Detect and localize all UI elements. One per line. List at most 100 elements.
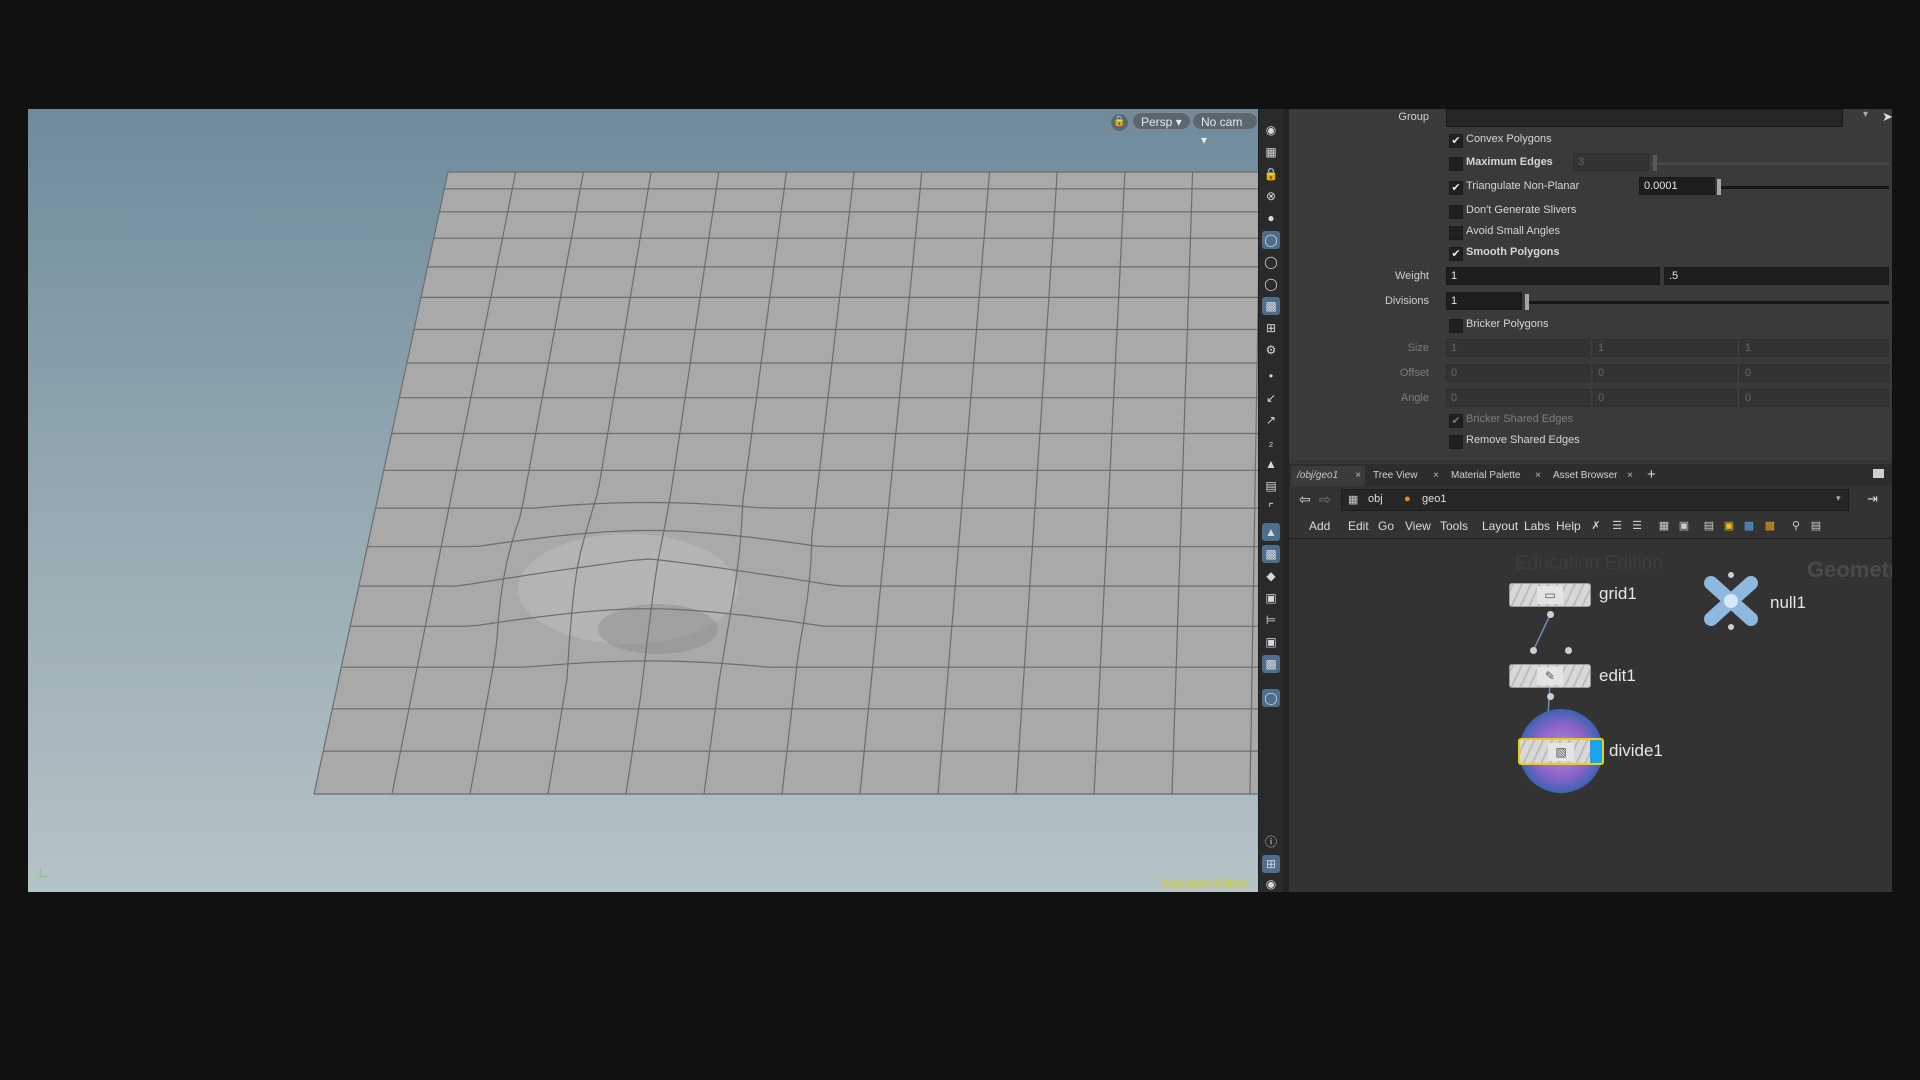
headlight-icon[interactable]: ◯ (1262, 275, 1280, 293)
size-field-x[interactable]: 1 (1446, 339, 1590, 357)
convex-checkbox[interactable]: ✔ (1449, 134, 1463, 148)
tab-asset-browser[interactable]: Asset Browser × (1547, 466, 1637, 486)
size-field-z[interactable]: 1 (1740, 339, 1889, 357)
remove-shared-checkbox[interactable] (1449, 435, 1463, 449)
bricker-shared-checkbox[interactable]: ✔ (1449, 414, 1463, 428)
back-arrow-icon[interactable]: ⇦ (1299, 491, 1311, 508)
angle-field-x[interactable]: 0 (1446, 389, 1590, 407)
flag-icon[interactable]: ▩ (1763, 519, 1777, 533)
node-divide1[interactable]: ▧ (1518, 738, 1604, 765)
network-editor[interactable]: Education Edition Geometry ▭ grid1 ✎ edi… (1289, 539, 1892, 892)
triangulate-slider[interactable] (1717, 186, 1889, 189)
offset-field-y[interactable]: 0 (1593, 364, 1737, 382)
add-tab-icon[interactable]: + (1647, 466, 1656, 483)
max-edges-slider[interactable] (1651, 162, 1889, 165)
grid1-output[interactable] (1547, 611, 1554, 618)
footprint-icon[interactable]: ▤ (1262, 477, 1280, 495)
max-edges-field[interactable]: 3 (1573, 153, 1649, 171)
tab-tree-view[interactable]: Tree View × (1367, 466, 1443, 486)
snap-icon[interactable]: ⊗ (1262, 187, 1280, 205)
weight-field-2[interactable]: .5 (1664, 267, 1889, 285)
close-icon[interactable]: × (1355, 466, 1361, 486)
divisions-knob[interactable] (1525, 294, 1529, 310)
display-flag[interactable] (1590, 740, 1602, 763)
offset-field-x[interactable]: 0 (1446, 364, 1590, 382)
group-field[interactable] (1446, 109, 1843, 127)
path-dropdown-icon[interactable]: ▾ (1836, 493, 1841, 504)
max-edges-knob[interactable] (1653, 155, 1657, 171)
close-icon[interactable]: × (1535, 466, 1541, 486)
wireframe-icon[interactable]: ▲ (1262, 523, 1280, 541)
forward-arrow-icon[interactable]: ⇨ (1319, 491, 1331, 508)
notes-icon[interactable]: ▣ (1722, 519, 1736, 533)
tree-icon[interactable]: ☰ (1610, 519, 1624, 533)
divisions-field[interactable]: 1 (1446, 292, 1522, 310)
smooth-checkbox[interactable]: ✔ (1449, 247, 1463, 261)
path-geo1[interactable]: geo1 (1422, 493, 1446, 505)
node-grid1[interactable]: ▭ (1509, 583, 1591, 607)
visibility-icon[interactable]: ◉ (1262, 121, 1280, 139)
bricker-checkbox[interactable] (1449, 319, 1463, 333)
handle-icon[interactable]: ⊨ (1262, 611, 1280, 629)
scene-viewport[interactable]: 🔒 Persp ▾ No cam ▾ ∟ Education Edition (28, 109, 1258, 892)
light-icon[interactable]: ◯ (1262, 231, 1280, 249)
guide-icon[interactable]: ⚙ (1262, 341, 1280, 359)
light-link-icon[interactable]: ◯ (1262, 689, 1280, 707)
menu-add[interactable]: Add (1309, 519, 1330, 533)
template-icon[interactable]: ▲ (1262, 455, 1280, 473)
normal-display-icon[interactable]: ↙ (1262, 389, 1280, 407)
max-edges-checkbox[interactable] (1449, 157, 1463, 171)
angle-field-y[interactable]: 0 (1593, 389, 1737, 407)
node-edit1[interactable]: ✎ (1509, 664, 1591, 688)
grid-icon[interactable]: ⊞ (1262, 319, 1280, 337)
info-icon[interactable]: ⓘ (1262, 833, 1280, 851)
menu-edit[interactable]: Edit (1348, 519, 1369, 533)
grid-view-icon[interactable]: ▦ (1657, 519, 1671, 533)
primitive-normal-icon[interactable]: ↗ (1262, 411, 1280, 429)
lock-icon[interactable]: 🔒 (1110, 113, 1129, 132)
bulb-icon[interactable]: ◯ (1262, 253, 1280, 271)
pane-menu-icon[interactable] (1873, 469, 1884, 478)
render-region-icon[interactable]: ▩ (1262, 655, 1280, 673)
point-display-icon[interactable]: • (1262, 367, 1280, 385)
pane-divider[interactable] (1282, 109, 1289, 892)
shading-icon[interactable]: ● (1262, 209, 1280, 227)
point-numbers-icon[interactable]: ₂ (1262, 433, 1280, 451)
camera-projection-menu[interactable]: Persp ▾ (1132, 112, 1191, 130)
close-icon[interactable]: × (1627, 466, 1633, 486)
image-icon[interactable]: ▩ (1742, 519, 1756, 533)
camera-menu[interactable]: No cam ▾ (1192, 112, 1258, 147)
close-icon[interactable]: × (1433, 466, 1439, 486)
path-obj[interactable]: obj (1368, 493, 1383, 505)
menu-layout[interactable]: Layout (1482, 519, 1518, 533)
texture-icon[interactable]: ▣ (1262, 589, 1280, 607)
triangulate-knob[interactable] (1717, 179, 1721, 195)
search-icon[interactable]: ⚲ (1789, 519, 1803, 533)
lock-view-icon[interactable]: 🔒 (1262, 165, 1280, 183)
menu-view[interactable]: View (1405, 519, 1431, 533)
ghost-icon[interactable]: ▩ (1262, 545, 1280, 563)
divisions-slider[interactable] (1525, 301, 1889, 304)
menu-labs[interactable]: Labs (1524, 519, 1550, 533)
flat-shade-icon[interactable]: ◆ (1262, 567, 1280, 585)
background-icon[interactable]: ▩ (1262, 297, 1280, 315)
slivers-checkbox[interactable] (1449, 205, 1463, 219)
path-field[interactable]: ▦ obj ● geo1 ▾ (1341, 489, 1849, 511)
pane-expand-icon[interactable]: ▤ (1809, 519, 1823, 533)
network-box-icon[interactable]: ▣ (1677, 519, 1691, 533)
pin-icon[interactable]: ⇥ (1867, 491, 1878, 507)
offset-field-z[interactable]: 0 (1740, 364, 1889, 382)
sticky-note-icon[interactable]: ▤ (1702, 519, 1716, 533)
menu-help[interactable]: Help (1556, 519, 1581, 533)
small-angles-checkbox[interactable] (1449, 226, 1463, 240)
menu-tools[interactable]: Tools (1440, 519, 1468, 533)
bounding-box-icon[interactable]: ⌜ (1262, 499, 1280, 517)
list-icon[interactable]: ☰ (1630, 519, 1644, 533)
size-field-y[interactable]: 1 (1593, 339, 1737, 357)
edit1-output[interactable] (1547, 693, 1554, 700)
frame-icon[interactable]: ▣ (1262, 633, 1280, 651)
camera-icon[interactable]: ◉ (1262, 875, 1280, 892)
select-arrow-icon[interactable]: ➤ (1882, 109, 1892, 125)
tab-material-palette[interactable]: Material Palette × (1445, 466, 1545, 486)
angle-field-z[interactable]: 0 (1740, 389, 1889, 407)
